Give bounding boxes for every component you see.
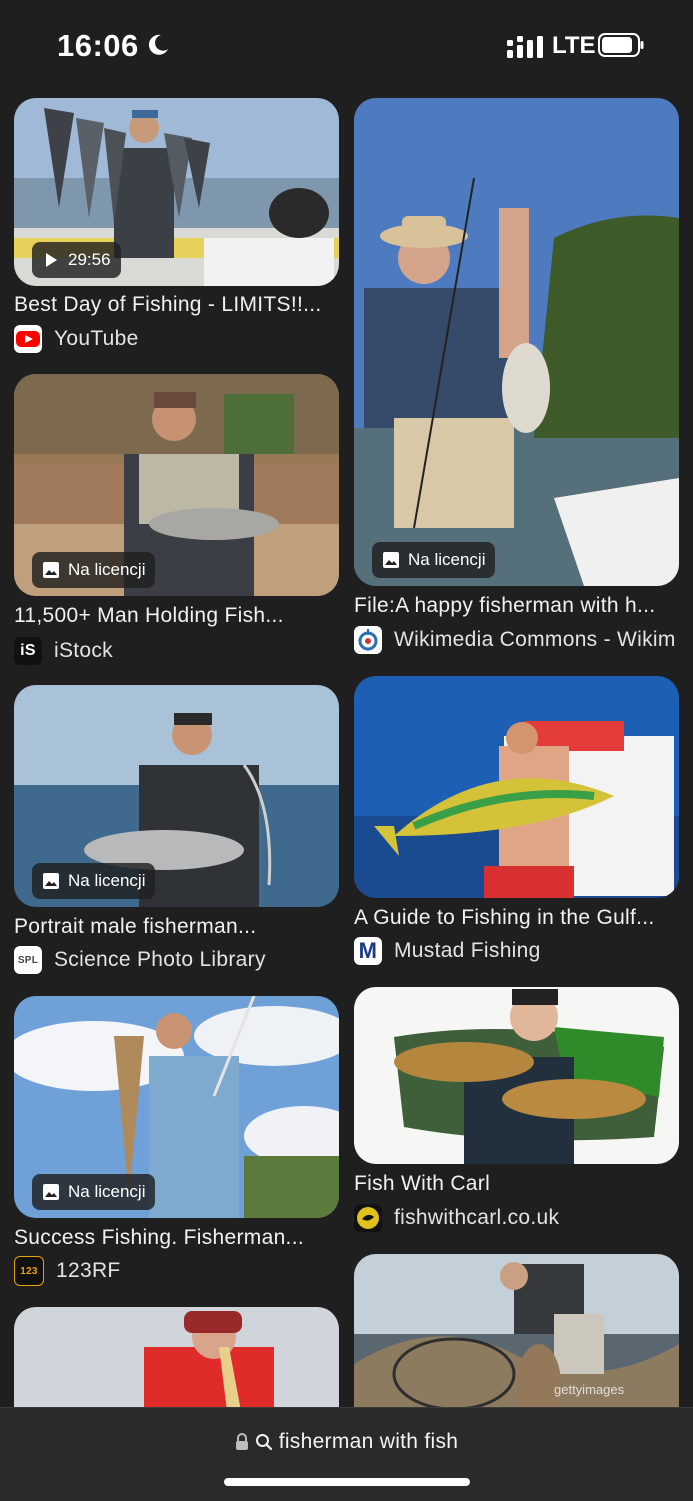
- signal-icon: [507, 36, 543, 58]
- result-source[interactable]: Wikimedia Commons - Wikim: [354, 625, 684, 655]
- result-title[interactable]: A Guide to Fishing in the Gulf...: [354, 906, 684, 930]
- source-name: iStock: [54, 639, 113, 662]
- watermark: gettyimages: [554, 1382, 625, 1397]
- result-title[interactable]: Portrait male fisherman...: [14, 915, 344, 939]
- result-source[interactable]: 123 123RF: [14, 1256, 344, 1286]
- result-title[interactable]: Best Day of Fishing - LIMITS!!...: [14, 293, 344, 317]
- result-thumbnail[interactable]: [354, 987, 679, 1164]
- url-display[interactable]: fisherman with fish: [0, 1430, 693, 1454]
- result-card[interactable]: Na licencji Success Fishing. Fisherman..…: [14, 996, 339, 1286]
- license-badge: Na licencji: [32, 1174, 156, 1210]
- image-results-grid[interactable]: 29:56 Best Day of Fishing - LIMITS!!... …: [0, 84, 693, 1407]
- source-name: YouTube: [54, 327, 139, 350]
- source-name: Science Photo Library: [54, 948, 266, 971]
- result-title[interactable]: Fish With Carl: [354, 1172, 684, 1196]
- result-card[interactable]: Na licencji File:A happy fisherman with …: [354, 98, 679, 658]
- result-image: [14, 1307, 339, 1407]
- youtube-icon: [14, 325, 42, 353]
- result-card[interactable]: [14, 1307, 339, 1407]
- license-badge: Na licencji: [372, 542, 496, 578]
- fishwithcarl-icon: [354, 1204, 382, 1232]
- moon-icon: [148, 34, 168, 55]
- license-text: Na licencji: [68, 1182, 146, 1201]
- result-image: [354, 987, 679, 1164]
- image-icon: [43, 562, 59, 578]
- result-card[interactable]: Fish With Carl fishwithcarl.co.uk: [354, 987, 679, 1242]
- result-thumbnail[interactable]: 29:56: [14, 98, 339, 286]
- result-title[interactable]: Success Fishing. Fisherman...: [14, 1226, 344, 1250]
- status-bar: 16:06 LTE: [0, 0, 693, 84]
- result-thumbnail[interactable]: Na licencji: [14, 374, 339, 596]
- result-thumbnail[interactable]: [14, 1307, 339, 1407]
- result-title[interactable]: File:A happy fisherman with h...: [354, 594, 684, 618]
- result-image: [354, 676, 679, 898]
- result-title[interactable]: 11,500+ Man Holding Fish...: [14, 604, 344, 628]
- result-source[interactable]: YouTube: [14, 324, 344, 354]
- result-card[interactable]: Na licencji 11,500+ Man Holding Fish... …: [14, 374, 339, 665]
- result-source[interactable]: M Mustad Fishing: [354, 936, 684, 966]
- mustad-icon: M: [354, 937, 382, 965]
- wikimedia-icon: [354, 626, 382, 654]
- result-thumbnail[interactable]: Na licencji: [14, 996, 339, 1218]
- result-thumbnail[interactable]: [354, 676, 679, 898]
- result-image: [354, 98, 679, 586]
- image-icon: [383, 552, 399, 568]
- result-thumbnail[interactable]: Na licencji: [354, 98, 679, 586]
- video-duration: 29:56: [68, 250, 111, 269]
- battery-icon: [598, 33, 644, 57]
- 123rf-icon: 123: [14, 1256, 44, 1286]
- license-badge: Na licencji: [32, 552, 156, 588]
- source-name: Mustad Fishing: [394, 939, 541, 962]
- source-name: 123RF: [56, 1259, 121, 1282]
- status-time: 16:06: [57, 28, 139, 63]
- result-card[interactable]: A Guide to Fishing in the Gulf... M Must…: [354, 676, 679, 966]
- source-name: fishwithcarl.co.uk: [394, 1206, 560, 1229]
- result-card[interactable]: 29:56 Best Day of Fishing - LIMITS!!... …: [14, 98, 339, 368]
- result-image: [354, 1254, 679, 1407]
- lock-icon: [235, 1433, 248, 1450]
- home-indicator[interactable]: [224, 1478, 470, 1486]
- istock-icon: iS: [14, 637, 42, 665]
- result-source[interactable]: fishwithcarl.co.uk: [354, 1203, 684, 1233]
- result-source[interactable]: SPL Science Photo Library: [14, 945, 344, 975]
- video-duration-badge: 29:56: [32, 242, 121, 278]
- address-bar[interactable]: fisherman with fish: [0, 1407, 693, 1501]
- search-query: fisherman with fish: [278, 1430, 459, 1453]
- license-text: Na licencji: [408, 550, 486, 569]
- result-thumbnail[interactable]: Na licencji: [14, 685, 339, 907]
- result-thumbnail[interactable]: gettyimages: [354, 1254, 679, 1407]
- result-source[interactable]: iS iStock: [14, 636, 344, 666]
- spl-icon: SPL: [14, 946, 42, 974]
- network-type: LTE: [552, 32, 596, 59]
- result-card[interactable]: gettyimages: [354, 1254, 679, 1407]
- source-name: Wikimedia Commons - Wikim: [394, 628, 676, 651]
- license-text: Na licencji: [68, 560, 146, 579]
- license-text: Na licencji: [68, 871, 146, 890]
- image-icon: [43, 1184, 59, 1200]
- image-icon: [43, 873, 59, 889]
- result-card[interactable]: Na licencji Portrait male fisherman... S…: [14, 685, 339, 975]
- license-badge: Na licencji: [32, 863, 156, 899]
- search-icon: [255, 1434, 272, 1451]
- play-icon: [46, 253, 57, 267]
